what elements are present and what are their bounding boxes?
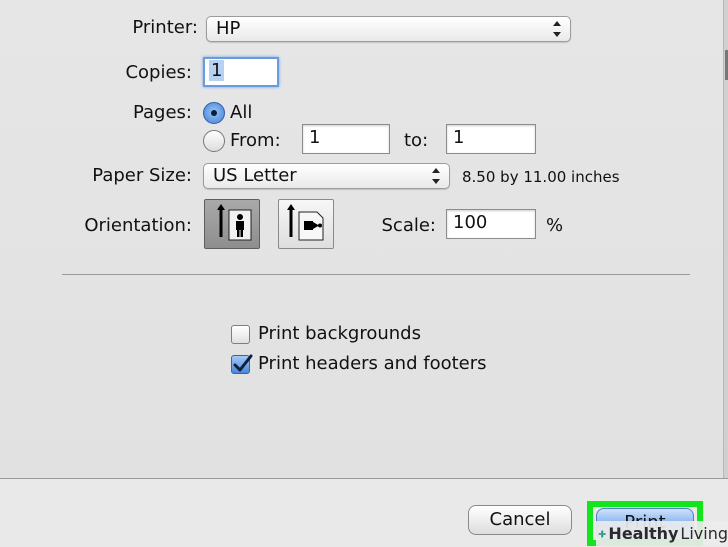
scale-field[interactable]: 100 (446, 209, 536, 239)
printer-label: Printer: (132, 17, 198, 38)
pages-label: Pages: (132, 102, 192, 123)
paper-dimensions: 8.50 by 11.00 inches (462, 168, 620, 186)
print-backgrounds-checkbox[interactable] (231, 325, 250, 344)
landscape-orientation-icon (287, 204, 324, 241)
watermark-brand-regular: Living (680, 524, 728, 543)
watermark-brand-bold: Healthy (608, 524, 679, 543)
section-divider (62, 274, 690, 275)
orientation-landscape-button[interactable] (278, 199, 334, 249)
copies-value: 1 (209, 60, 225, 81)
paper-size-popup[interactable]: US Letter (203, 163, 450, 189)
pages-all-radio[interactable] (203, 102, 225, 124)
pages-to-field[interactable]: 1 (446, 124, 536, 154)
pages-from-field[interactable]: 1 (302, 124, 390, 154)
checkmark-icon (233, 354, 253, 372)
updown-arrows-icon (431, 168, 441, 184)
print-backgrounds-label: Print backgrounds (258, 323, 421, 344)
print-headers-footers-label: Print headers and footers (258, 353, 487, 374)
copies-field[interactable]: 1 (203, 57, 279, 87)
watermark-badge: Healthy Living (596, 521, 728, 546)
pages-from-label: From: (230, 130, 281, 151)
scale-label: Scale: (381, 215, 437, 236)
cancel-button[interactable]: Cancel (468, 505, 572, 535)
scrollbar[interactable] (723, 0, 728, 478)
print-headers-footers-checkbox[interactable] (231, 354, 253, 374)
updown-arrows-icon (552, 21, 562, 37)
pages-from-radio[interactable] (203, 130, 225, 152)
printer-value: HP (216, 18, 241, 39)
pages-all-label: All (230, 102, 253, 123)
printer-popup[interactable]: HP (206, 16, 571, 42)
paper-size-value: US Letter (213, 165, 297, 186)
plus-cross-icon (598, 530, 606, 537)
orientation-portrait-button[interactable] (204, 199, 260, 249)
copies-label: Copies: (125, 62, 192, 83)
pages-to-label: to: (404, 130, 429, 151)
paper-size-label: Paper Size: (92, 165, 192, 186)
scale-unit: % (546, 215, 564, 236)
portrait-orientation-icon (217, 204, 252, 241)
orientation-label: Orientation: (84, 215, 192, 236)
